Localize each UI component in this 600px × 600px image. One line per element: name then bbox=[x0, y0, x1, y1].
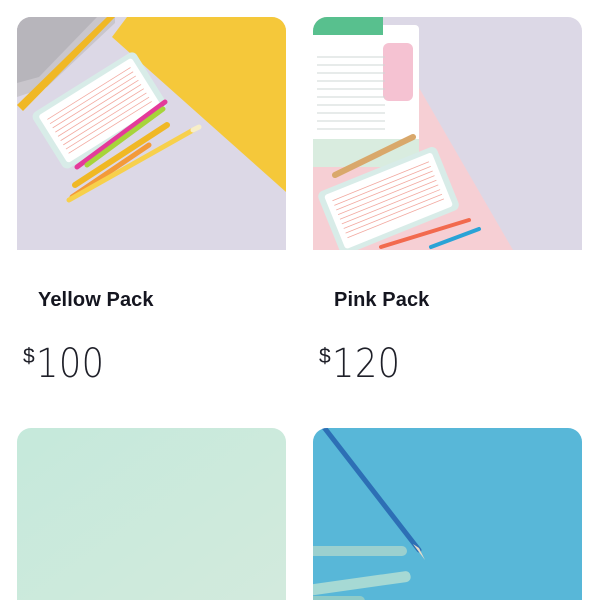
product-image-yellow-pack[interactable] bbox=[17, 17, 286, 250]
stationery-photo-yellow-icon bbox=[17, 17, 286, 250]
product-card-mint[interactable] bbox=[17, 428, 286, 600]
product-card-pink-pack[interactable]: Pink Pack $120 bbox=[313, 17, 582, 387]
price-amount: 120 bbox=[331, 341, 401, 387]
blue-pencil-photo-icon bbox=[313, 428, 582, 600]
product-price: $120 bbox=[319, 341, 410, 387]
product-name[interactable]: Yellow Pack bbox=[38, 289, 154, 312]
currency-symbol: $ bbox=[319, 345, 331, 368]
product-name[interactable]: Pink Pack bbox=[334, 289, 429, 312]
price-amount: 100 bbox=[35, 341, 105, 387]
stationery-photo-pink-icon bbox=[313, 17, 582, 250]
product-price: $100 bbox=[23, 341, 114, 387]
product-image-mint[interactable] bbox=[17, 428, 286, 600]
product-image-pink-pack[interactable] bbox=[313, 17, 582, 250]
product-card-yellow-pack[interactable]: Yellow Pack $100 bbox=[17, 17, 286, 387]
currency-symbol: $ bbox=[23, 345, 35, 368]
product-card-blue[interactable] bbox=[313, 428, 582, 600]
mint-photo-icon bbox=[17, 428, 286, 600]
product-grid: Yellow Pack $100 Pink Pack $120 bbox=[0, 0, 600, 600]
product-image-blue[interactable] bbox=[313, 428, 582, 600]
